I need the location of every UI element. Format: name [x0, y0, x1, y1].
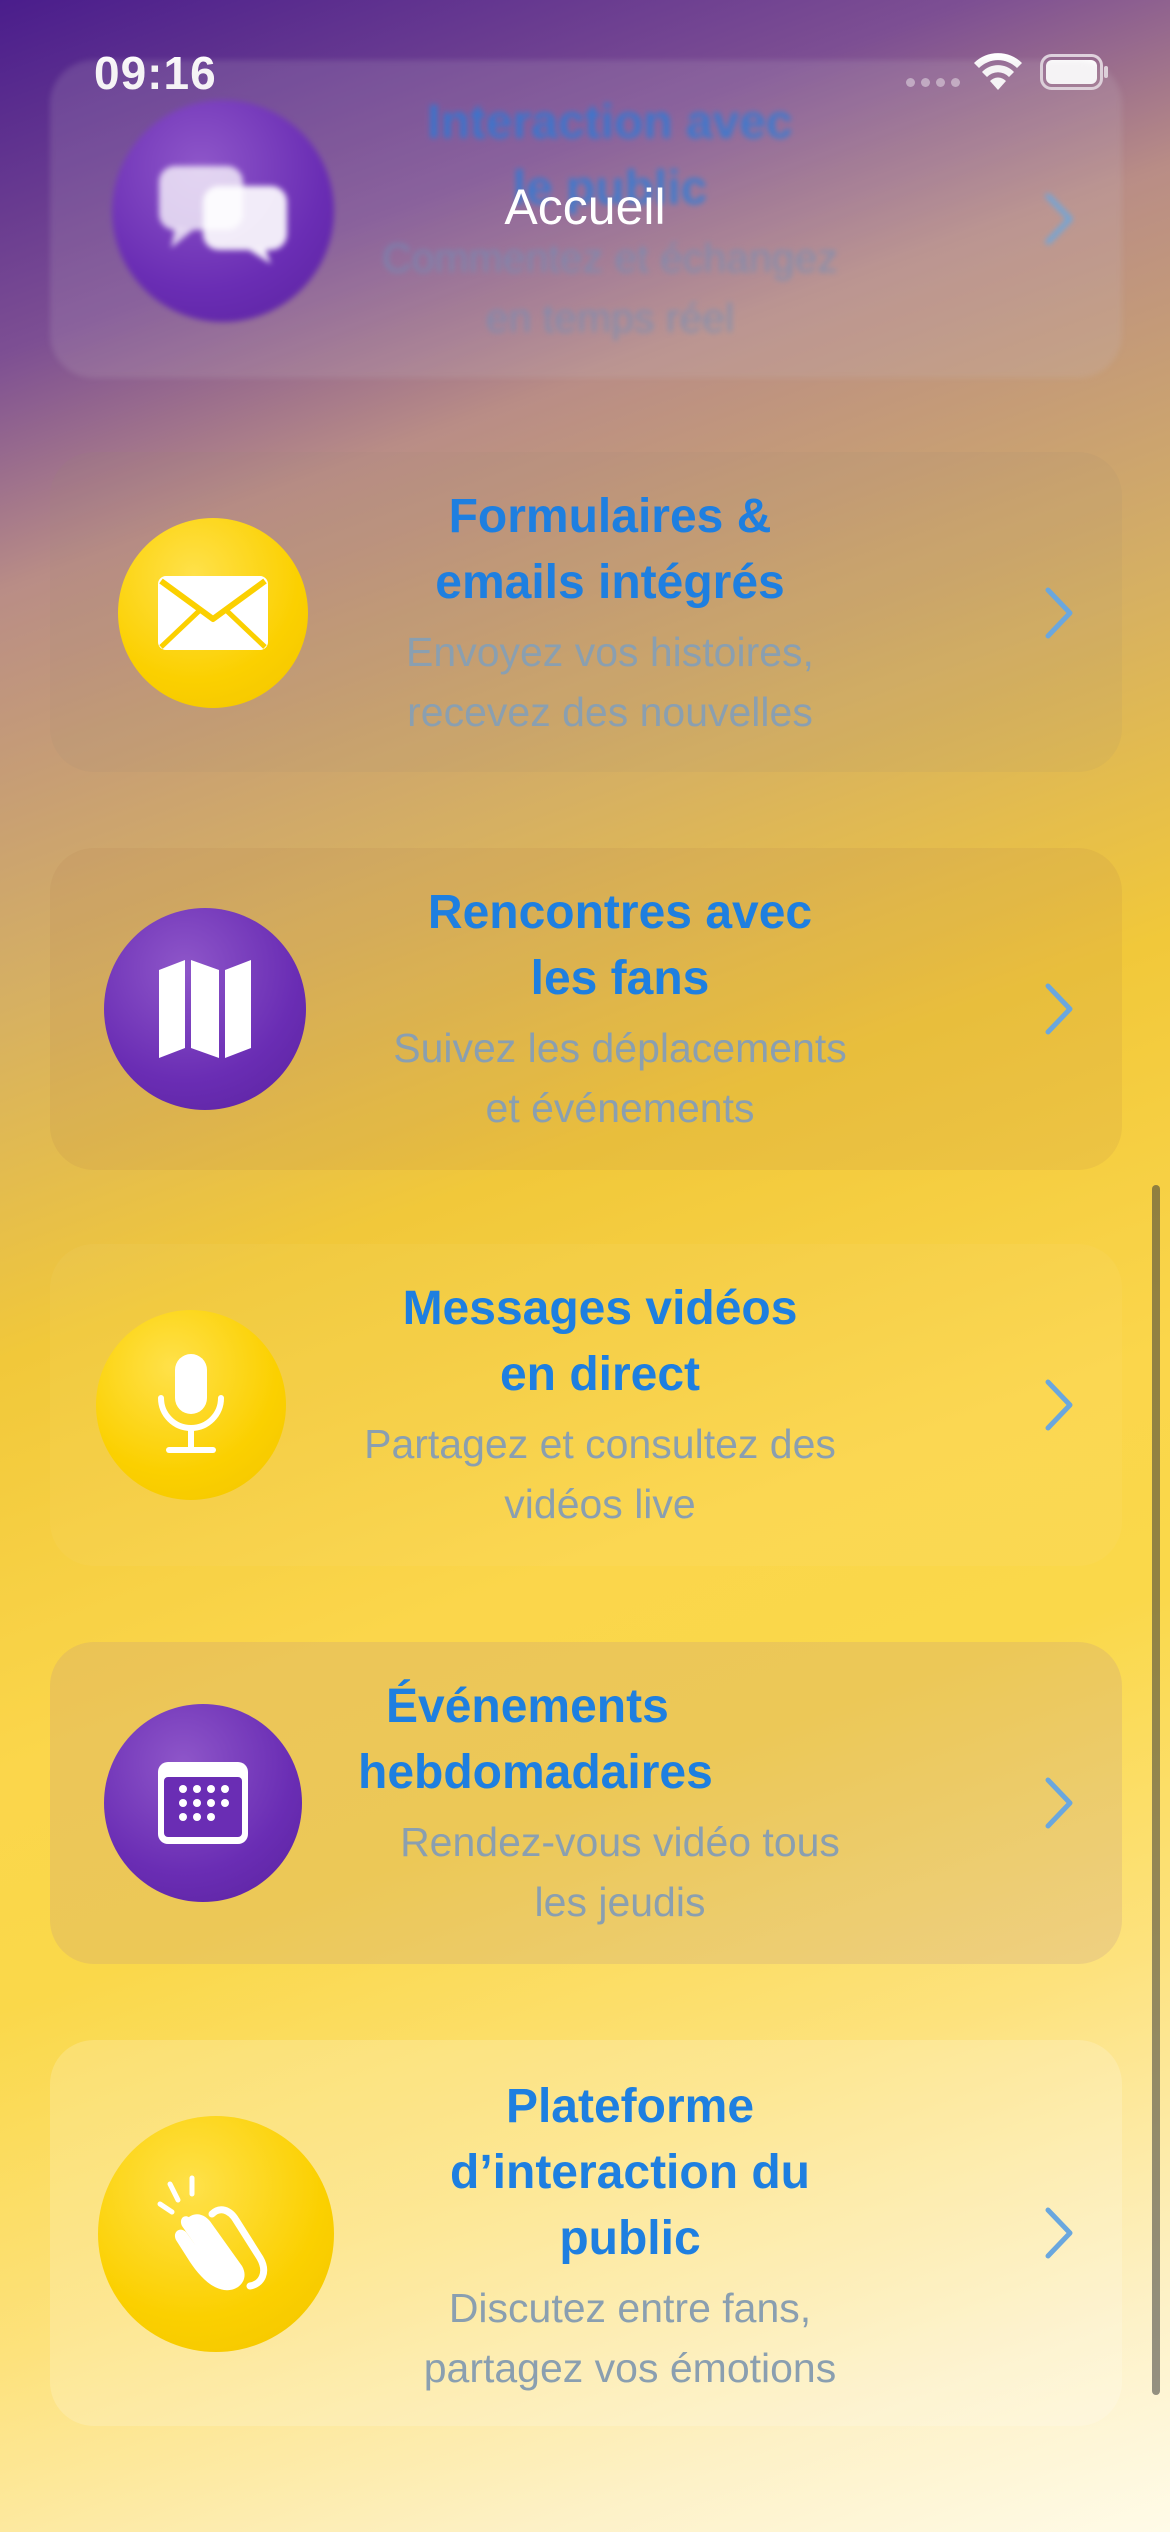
icon-circle [104, 908, 306, 1110]
card-text: Messages vidéos en direct Partagez et co… [320, 1276, 880, 1534]
card-subtitle-line: Envoyez vos histoires, [406, 629, 814, 675]
chevron-right-icon [1045, 1777, 1073, 1829]
card-subtitle: Suivez les déplacements et événements [350, 1018, 890, 1138]
icon-circle [118, 518, 308, 708]
card-subtitle-line: Rendez-vous vidéo tous [400, 1819, 840, 1865]
card-text: Rencontres avec les fans Suivez les dépl… [350, 880, 890, 1138]
card-title: Rencontres avec les fans [350, 880, 890, 1012]
card-title: Événements hebdomadaires [340, 1674, 900, 1806]
card-title: Messages vidéos en direct [320, 1276, 880, 1408]
card-title-line: en direct [499, 1348, 701, 1401]
card-subtitle-line: Suivez les déplacements [393, 1025, 847, 1071]
microphone-icon [158, 1354, 224, 1453]
card-title-line: public [559, 2212, 701, 2265]
card-text: Plateforme d’interaction du public Discu… [350, 2074, 910, 2398]
card-title-line: emails intégrés [435, 556, 785, 609]
card-subtitle-line: vidéos live [504, 1481, 696, 1527]
scroll-indicator[interactable] [1152, 1185, 1160, 2395]
card-subtitle: Envoyez vos histoires, recevez des nouve… [330, 622, 890, 742]
card-subtitle-line: et événements [485, 1085, 755, 1131]
envelope-icon [158, 576, 268, 650]
menu-card-forms-emails[interactable]: Formulaires & emails intégrés Envoyez vo… [50, 452, 1122, 772]
card-subtitle: Rendez-vous vidéo tous les jeudis [340, 1812, 900, 1932]
card-title-line: Interaction avec [427, 96, 793, 149]
card-title-line: hebdomadaires [358, 1746, 713, 1799]
card-subtitle-line: recevez des nouvelles [407, 689, 813, 735]
chevron-right-icon [1045, 2207, 1073, 2259]
calendar-icon [158, 1762, 248, 1844]
card-title-line: Rencontres avec [427, 886, 813, 939]
card-title: Plateforme d’interaction du public [350, 2074, 910, 2272]
card-title-line: Plateforme [505, 2080, 755, 2133]
card-title-line: Messages vidéos [402, 1282, 798, 1335]
card-subtitle: Partagez et consultez des vidéos live [320, 1414, 880, 1534]
menu-card-weekly-events[interactable]: Événements hebdomadaires Rendez-vous vid… [50, 1642, 1122, 1964]
menu-card-fan-meetings[interactable]: Rencontres avec les fans Suivez les dépl… [50, 848, 1122, 1170]
card-subtitle-line: Partagez et consultez des [364, 1421, 836, 1467]
card-text: Événements hebdomadaires Rendez-vous vid… [340, 1674, 900, 1932]
chevron-right-icon [1045, 1379, 1073, 1431]
icon-circle [98, 2116, 334, 2352]
clapping-hands-icon [157, 2175, 268, 2291]
icon-circle [104, 1704, 302, 1902]
card-title-line: Événements [386, 1680, 669, 1733]
menu-card-public-interaction-platform[interactable]: Plateforme d’interaction du public Discu… [50, 2040, 1122, 2426]
card-title: Formulaires & emails intégrés [330, 484, 890, 616]
card-title-line: les fans [530, 952, 710, 1005]
card-subtitle: Commentez et échangez en temps réel [330, 228, 890, 348]
map-icon [159, 960, 251, 1058]
card-subtitle-line: Commentez et échangez [382, 235, 838, 281]
card-subtitle-line: partagez vos émotions [423, 2345, 837, 2391]
card-text: Formulaires & emails intégrés Envoyez vo… [330, 484, 890, 742]
card-subtitle: Discutez entre fans, partagez vos émotio… [350, 2278, 910, 2398]
card-title-line: Formulaires & [448, 490, 772, 543]
card-subtitle-line: en temps réel [485, 295, 735, 341]
chevron-right-icon [1045, 587, 1073, 639]
chevron-right-icon [1045, 983, 1073, 1035]
card-title-line: d’interaction du [450, 2146, 810, 2199]
card-subtitle-line: Discutez entre fans, [448, 2285, 812, 2331]
icon-circle [96, 1310, 286, 1500]
page-title: Accueil [504, 179, 666, 235]
menu-card-live-video-messages[interactable]: Messages vidéos en direct Partagez et co… [50, 1244, 1122, 1566]
card-subtitle-line: les jeudis [534, 1879, 706, 1925]
